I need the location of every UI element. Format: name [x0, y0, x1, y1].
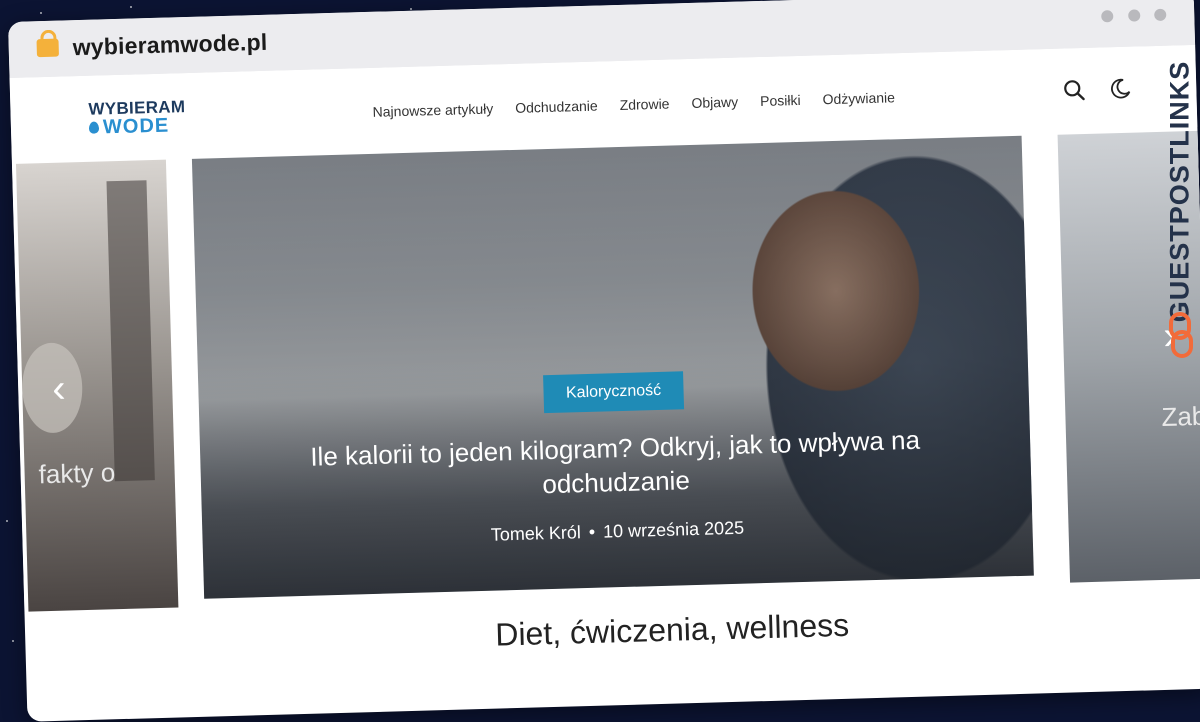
- carousel-slide-prev[interactable]: fakty o: [15, 159, 179, 612]
- lock-icon: [36, 38, 59, 58]
- nav-item-najnowsze[interactable]: Najnowsze artykuły: [372, 100, 493, 119]
- section-heading: Diet, ćwiczenia, wellness: [494, 606, 850, 653]
- chevron-left-icon[interactable]: ‹: [52, 367, 67, 411]
- window-controls: [1091, 8, 1167, 28]
- category-badge[interactable]: Kaloryczność: [543, 371, 684, 414]
- nav-item-posilki[interactable]: Posiłki: [760, 92, 801, 109]
- nav-item-odzywianie[interactable]: Odżywianie: [822, 89, 895, 107]
- slide-prev-title: fakty o: [38, 457, 116, 490]
- slide-next-title: Zab: [1161, 400, 1200, 432]
- nav-item-odchudzanie[interactable]: Odchudzanie: [515, 98, 598, 116]
- window-dot-icon[interactable]: [1127, 9, 1140, 22]
- url-text[interactable]: wybieramwode.pl: [72, 29, 267, 61]
- slide-caption: Kaloryczność Ile kalorii to jeden kilogr…: [198, 362, 1032, 554]
- browser-window: wybieramwode.pl WYBIERAM WODE Najnowsze …: [8, 0, 1200, 722]
- water-drop-icon: [88, 121, 100, 134]
- nav-item-objawy[interactable]: Objawy: [691, 94, 738, 111]
- article-title[interactable]: Ile kalorii to jeden kilogram? Odkryj, j…: [265, 421, 967, 509]
- meta-separator: •: [588, 521, 596, 542]
- article-author[interactable]: Tomek Król: [491, 522, 582, 545]
- main-nav: Najnowsze artykuły Odchudzanie Zdrowie O…: [372, 89, 895, 120]
- article-date: 10 września 2025: [602, 517, 745, 542]
- window-dot-icon[interactable]: [1101, 10, 1114, 23]
- featured-carousel: fakty o Kaloryczność Ile kalorii to jede…: [11, 130, 1200, 614]
- search-icon[interactable]: [1062, 78, 1087, 103]
- chain-link-icon: [1169, 312, 1193, 358]
- carousel-slide-active[interactable]: Kaloryczność Ile kalorii to jeden kilogr…: [191, 135, 1034, 599]
- window-dot-icon[interactable]: [1154, 8, 1167, 21]
- nav-item-zdrowie[interactable]: Zdrowie: [619, 96, 669, 113]
- moon-icon[interactable]: [1108, 77, 1133, 102]
- logo-line2: WODE: [102, 114, 170, 139]
- watermark-text: GUESTPOSTLINKS: [1164, 60, 1195, 323]
- guestpostlinks-watermark: GUESTPOSTLINKS: [1160, 60, 1200, 360]
- site-logo[interactable]: WYBIERAM WODE: [88, 97, 186, 138]
